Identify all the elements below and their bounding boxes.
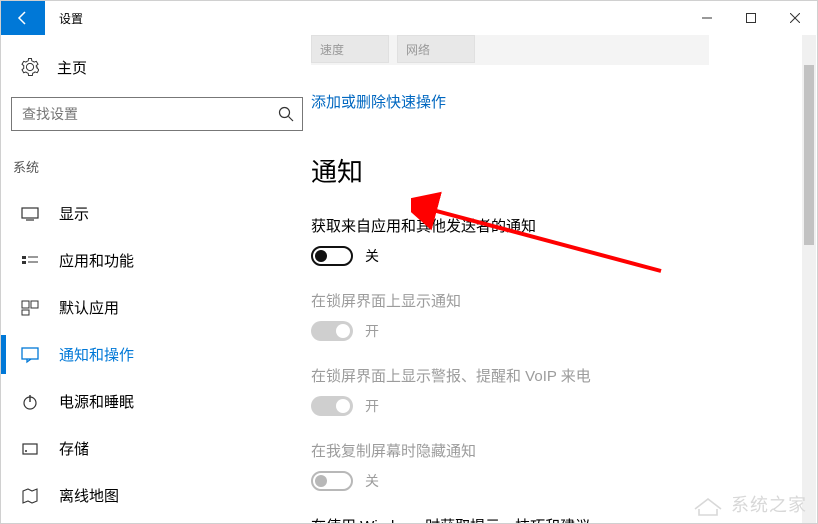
toggle-lockscreen-alarms [311, 396, 353, 416]
setting-label: 在锁屏界面上显示警报、提醒和 VoIP 来电 [311, 365, 797, 386]
nav-list: 显示 应用和功能 默认应用 通知和操作 电源和睡眠 存储 [11, 190, 301, 519]
power-icon [21, 393, 39, 411]
home-label: 主页 [57, 57, 87, 78]
close-button[interactable] [773, 1, 817, 35]
toggle-hide-on-duplicate [311, 471, 353, 491]
notification-icon [21, 346, 39, 364]
search-input[interactable] [22, 106, 272, 122]
close-icon [790, 13, 800, 23]
search-box[interactable] [11, 97, 303, 131]
toggle-lockscreen-notifications [311, 321, 353, 341]
search-icon [278, 106, 294, 122]
home-nav[interactable]: 主页 [11, 47, 301, 87]
toggle-state: 关 [365, 246, 379, 266]
setting-lockscreen-notifications: 在锁屏界面上显示通知 开 [311, 290, 797, 341]
apps-icon [21, 252, 39, 270]
monitor-icon [21, 205, 39, 223]
window-controls [685, 1, 817, 35]
maximize-icon [746, 13, 756, 23]
nav-label: 显示 [59, 203, 89, 224]
toggle-state: 关 [365, 471, 379, 491]
setting-label: 在锁屏界面上显示通知 [311, 290, 797, 311]
nav-power[interactable]: 电源和睡眠 [11, 378, 301, 425]
scroll-thumb[interactable] [804, 65, 814, 245]
titlebar: 设置 [1, 1, 817, 35]
nav-offline-maps[interactable]: 离线地图 [11, 472, 301, 519]
nav-label: 通知和操作 [59, 344, 134, 365]
toggle-state: 开 [365, 321, 379, 341]
minimize-icon [702, 13, 712, 23]
window-title: 设置 [59, 10, 83, 27]
tab-speed[interactable]: 速度 [311, 35, 389, 63]
scrollbar[interactable] [802, 35, 816, 523]
setting-label: 在使用 Windows 时获取提示、技巧和建议 [311, 515, 797, 523]
default-apps-icon [21, 299, 39, 317]
setting-windows-tips: 在使用 Windows 时获取提示、技巧和建议 开 [311, 515, 797, 523]
nav-apps[interactable]: 应用和功能 [11, 237, 301, 284]
storage-icon [21, 440, 39, 458]
nav-label: 默认应用 [59, 297, 119, 318]
nav-label: 存储 [59, 438, 89, 459]
setting-app-notifications: 获取来自应用和其他发送者的通知 关 [311, 215, 797, 266]
content-pane: 速度 网络 添加或删除快速操作 通知 获取来自应用和其他发送者的通知 关 在锁屏… [311, 35, 817, 523]
gear-icon [21, 58, 39, 76]
setting-label: 在我复制屏幕时隐藏通知 [311, 440, 797, 461]
nav-default-apps[interactable]: 默认应用 [11, 284, 301, 331]
back-button[interactable] [1, 1, 45, 35]
nav-label: 电源和睡眠 [59, 391, 134, 412]
section-title: 通知 [311, 152, 797, 189]
maximize-button[interactable] [729, 1, 773, 35]
nav-storage[interactable]: 存储 [11, 425, 301, 472]
sidebar: 主页 系统 显示 应用和功能 默认应用 [1, 35, 311, 523]
setting-label: 获取来自应用和其他发送者的通知 [311, 215, 797, 236]
nav-group-label: 系统 [13, 157, 301, 176]
quick-actions-link[interactable]: 添加或删除快速操作 [311, 91, 797, 112]
nav-label: 离线地图 [59, 485, 119, 506]
tab-network[interactable]: 网络 [397, 35, 475, 63]
setting-lockscreen-alarms: 在锁屏界面上显示警报、提醒和 VoIP 来电 开 [311, 365, 797, 416]
arrow-left-icon [15, 10, 31, 26]
nav-label: 应用和功能 [59, 250, 134, 271]
toggle-state: 开 [365, 396, 379, 416]
minimize-button[interactable] [685, 1, 729, 35]
setting-hide-on-duplicate: 在我复制屏幕时隐藏通知 关 [311, 440, 797, 491]
toggle-app-notifications[interactable] [311, 246, 353, 266]
map-icon [21, 487, 39, 505]
nav-display[interactable]: 显示 [11, 190, 301, 237]
nav-notifications[interactable]: 通知和操作 [11, 331, 301, 378]
